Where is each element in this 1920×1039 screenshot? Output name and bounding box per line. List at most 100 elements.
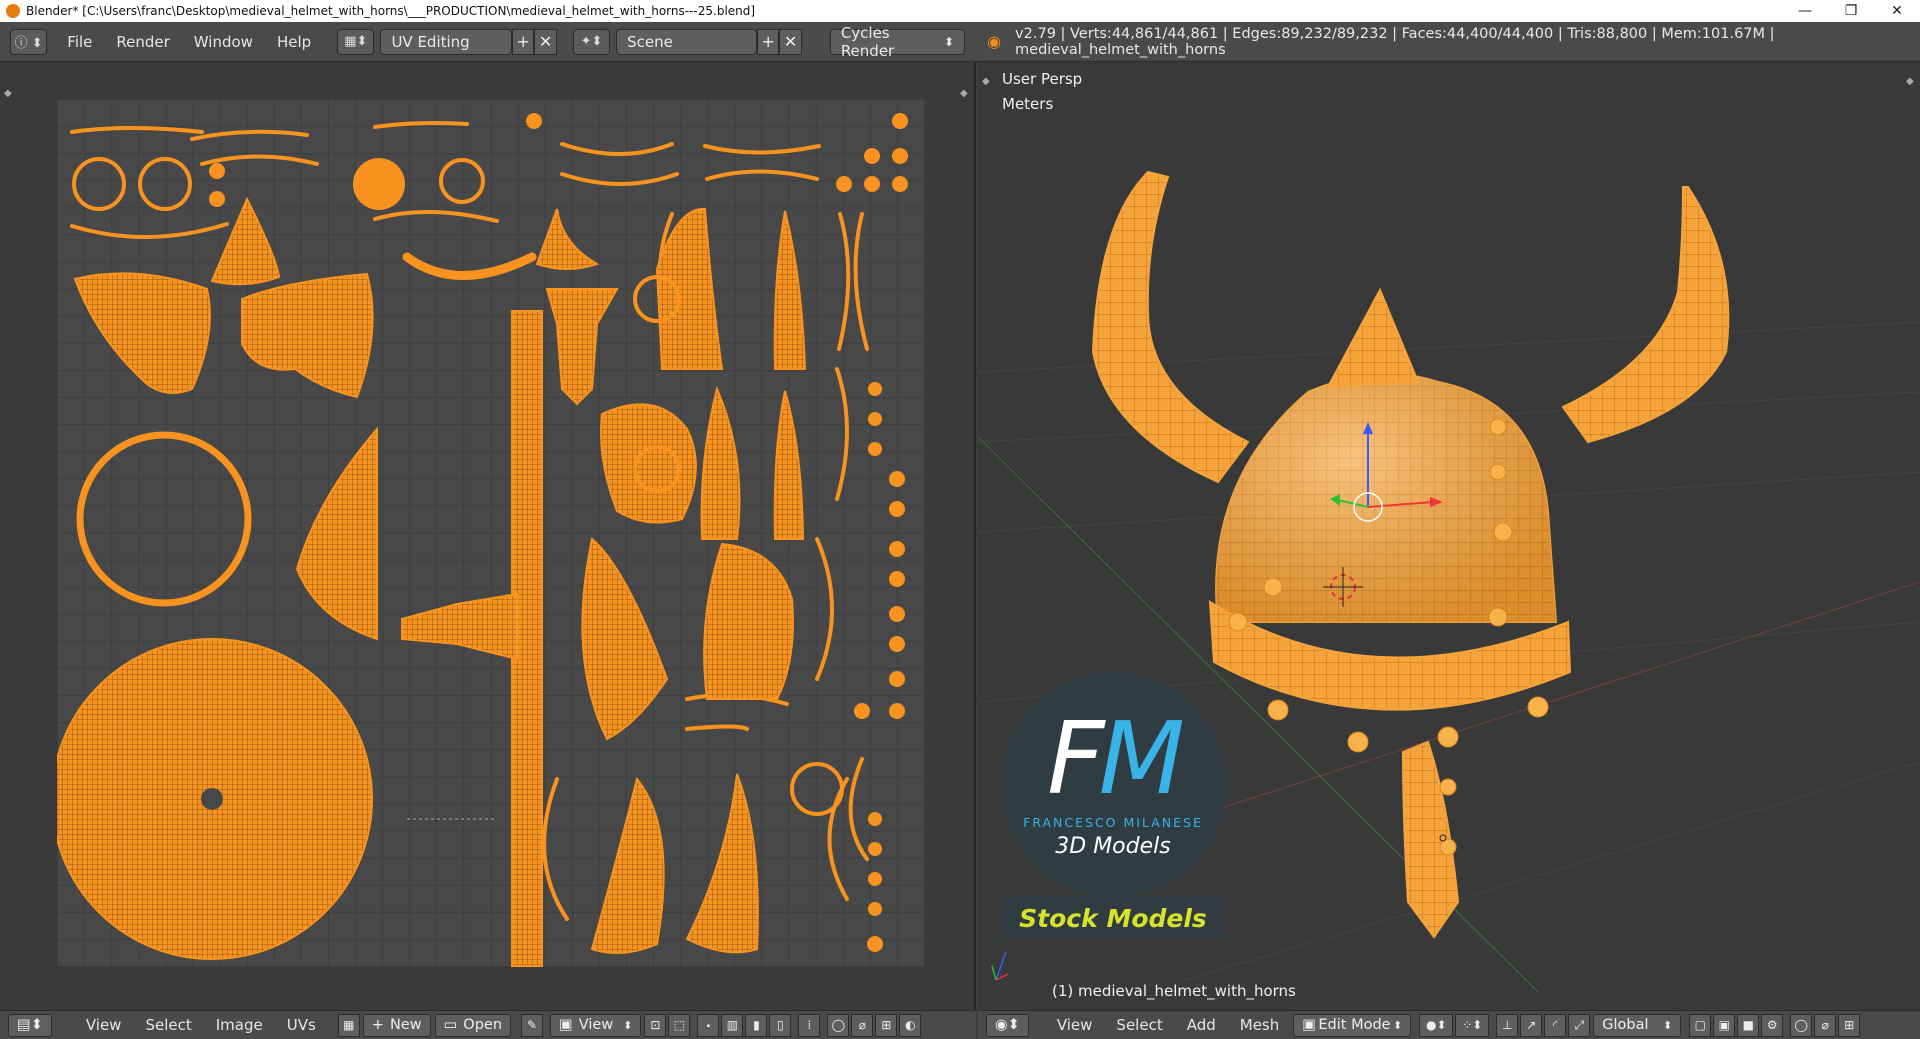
info-header: ⓘ ⬍ File Render Window Help ▦⬍ UV Editin… [0,22,1920,62]
minimize-button[interactable]: — [1782,0,1828,22]
blender-logo-icon: ◉ [987,32,1002,51]
3d-view-header: ◉⬍ View Select Add Mesh ▣ Edit Mode ⬍ ●⬍ ⁘… [978,1010,1920,1039]
3d-viewport[interactable]: ◆ ◆ User Persp Meters FM FRANCESCO MILAN… [978,62,1920,1010]
transform-orientation-select[interactable]: Global ⬍ [1593,1013,1682,1037]
layout-grid-icon: ▦⬍ [344,34,368,49]
blender-logo-icon [6,4,20,18]
uv-island [685,724,749,731]
snap-icon[interactable]: ⌀ [851,1013,874,1037]
area-corner-icon[interactable]: ◆ [4,88,14,99]
add-screen-button[interactable]: + [512,28,535,55]
edit-mode-icon: ▣ [1302,1017,1316,1033]
translate-icon[interactable]: ↗ [1520,1013,1543,1037]
face-mode-icon[interactable]: ■ [1737,1013,1760,1037]
helmet-spike [1326,287,1420,389]
dropdown-arrows-icon: ⬍ [1663,1018,1673,1032]
uv-island [295,426,378,641]
uv-island [73,272,211,394]
menu-render[interactable]: Render [104,22,181,62]
uv-island [773,210,807,370]
open-image-button[interactable]: ▭ Open [434,1013,512,1037]
sync-selection-icon[interactable]: ⬚ [668,1013,691,1037]
uv-island [70,222,229,240]
pivot-icon[interactable]: ⊡ [644,1013,667,1037]
scene-selector[interactable]: ✦⬍ [572,28,611,55]
edge-mode-icon[interactable]: ▣ [1713,1013,1736,1037]
delete-screen-button[interactable]: ✕ [534,28,557,55]
close-icon: ✕ [538,32,553,51]
vertex-select-icon[interactable]: ⬝ [697,1013,720,1037]
edge-select-icon[interactable]: ▥ [721,1013,744,1037]
uv-island [210,196,281,286]
pivot-point-icon[interactable]: ⁘⬍ [1455,1013,1490,1037]
uv-island [590,776,665,954]
image-browse-icon[interactable]: ▦ [337,1013,360,1037]
uv-image-editor[interactable]: ◆ ◆ [0,62,976,1010]
occlude-geometry-icon[interactable]: ⚙ [1761,1013,1784,1037]
open-image-label: Open [463,1017,503,1033]
uv-menu-image[interactable]: Image [204,1016,275,1034]
uv-grid[interactable] [51,99,925,967]
uv-island [703,144,821,155]
uv-island [535,208,600,270]
vp-menu-select[interactable]: Select [1104,1016,1174,1034]
menu-window[interactable]: Window [182,22,265,62]
new-image-button[interactable]: + New [362,1013,431,1037]
uv-island [581,537,669,741]
uv-island [700,385,741,540]
island-select-icon[interactable]: ▯ [769,1013,792,1037]
delete-scene-button[interactable]: ✕ [779,28,802,55]
uv-menu-view[interactable]: View [74,1016,134,1034]
pin-icon[interactable]: ✎ [521,1013,544,1037]
menu-file[interactable]: File [55,22,104,62]
editor-type-info-button[interactable]: ⓘ ⬍ [10,28,48,55]
vp-menu-view[interactable]: View [1045,1016,1105,1034]
dropdown-arrows-icon: ⬍ [944,34,955,49]
uv-island [373,121,469,129]
sticky-select-icon[interactable]: ⁞ [798,1013,821,1037]
proportional-edit-icon[interactable]: ◯ [1790,1013,1813,1037]
vertex-mode-icon[interactable]: ▢ [1689,1013,1712,1037]
face-select-icon[interactable]: ▮ [745,1013,768,1037]
menu-help[interactable]: Help [265,22,323,62]
orientation-label: Global [1602,1017,1649,1033]
close-button[interactable]: ✕ [1874,0,1920,22]
manipulator-icon[interactable]: ⊥ [1496,1013,1519,1037]
editor-type-button[interactable]: ▤⬍ [8,1013,52,1037]
active-object-label: (1) medieval_helmet_with_horns [1052,982,1296,1000]
uv-island [76,431,252,607]
rotate-icon[interactable]: ◜ [1544,1013,1567,1037]
uv-island [241,272,374,399]
uv-sculpt-icon[interactable]: ⊞ [875,1013,898,1037]
view-mode-select[interactable]: ▣ View ⬍ [550,1013,642,1037]
viewport-shading-icon[interactable]: ●⬍ [1419,1013,1454,1037]
uv-editor-header: ▤⬍ View Select Image UVs ▦ + New ▭ Open ✎ … [0,1010,976,1039]
vp-menu-mesh[interactable]: Mesh [1228,1016,1292,1034]
area-corner-icon[interactable]: ◆ [960,88,970,99]
scale-icon[interactable]: ⤢ [1568,1013,1591,1037]
uv-island [835,367,849,501]
vp-menu-add[interactable]: Add [1175,1016,1228,1034]
interaction-mode-select[interactable]: ▣ Edit Mode ⬍ [1293,1013,1412,1037]
uv-island [545,288,619,406]
screen-layout-field[interactable]: UV Editing [380,28,512,55]
proportional-edit-icon[interactable]: ◯ [827,1013,850,1037]
uv-island [439,158,485,204]
uv-island [827,777,849,901]
render-engine-label: Cycles Render [840,23,895,60]
snap-element-icon[interactable]: ⊞ [1838,1013,1861,1037]
editor-type-button[interactable]: ◉⬍ [986,1013,1029,1037]
screen-layout-selector[interactable]: ▦⬍ [337,28,375,55]
restore-button[interactable]: ❐ [1828,0,1874,22]
add-scene-button[interactable]: + [756,28,780,55]
snap-icon[interactable]: ⌀ [1814,1013,1837,1037]
uv-menu-select[interactable]: Select [133,1016,203,1034]
scene-field[interactable]: Scene [616,28,757,55]
uv-island [703,542,794,700]
close-icon: ✕ [783,32,798,51]
uv-island [190,129,309,141]
uv-menu-uvs[interactable]: UVs [275,1016,328,1034]
dropdown-arrows-icon: ⬍ [623,1018,633,1032]
cursor-icon[interactable]: ◐ [899,1013,922,1037]
render-engine-select[interactable]: Cycles Render ⬍ [829,24,966,60]
